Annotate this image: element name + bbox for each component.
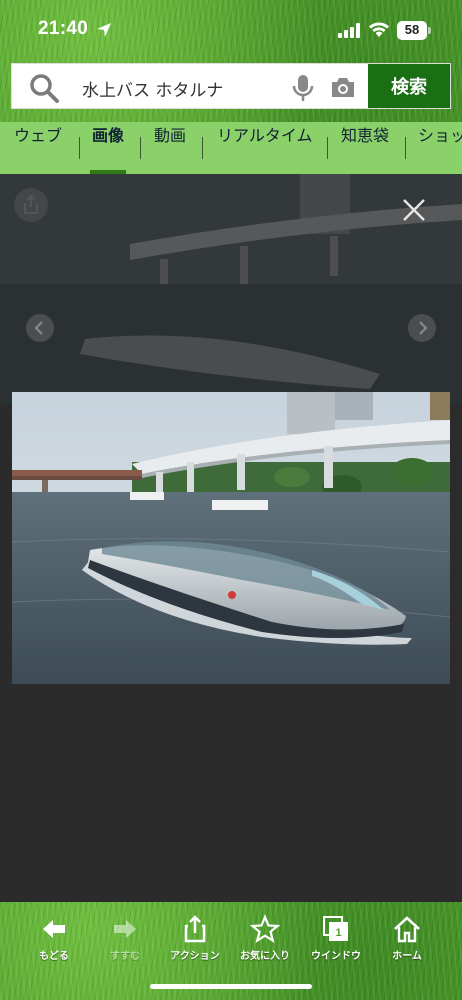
tab-divider bbox=[405, 137, 406, 159]
svg-text:1: 1 bbox=[335, 927, 341, 939]
back-label: もどる bbox=[39, 951, 69, 962]
home-button[interactable]: ホーム bbox=[372, 914, 442, 962]
wifi-icon bbox=[369, 22, 389, 37]
forward-label: すすむ bbox=[110, 951, 140, 962]
share-icon bbox=[184, 915, 206, 943]
image-viewer bbox=[0, 174, 462, 902]
search-button[interactable]: 検索 bbox=[368, 64, 450, 108]
search-bar: 水上バス ホタルナ 検索 bbox=[11, 63, 451, 109]
home-icon bbox=[394, 916, 420, 943]
signal-icon bbox=[338, 23, 360, 38]
tab-divider bbox=[202, 137, 203, 159]
back-button[interactable]: もどる bbox=[19, 914, 89, 962]
arrow-right-icon bbox=[114, 920, 136, 938]
tab-shopping[interactable]: ショッ bbox=[418, 122, 462, 174]
tab-chiebukuro[interactable]: 知恵袋 bbox=[341, 122, 389, 174]
battery-level: 58 bbox=[404, 22, 420, 37]
tab-images[interactable]: 画像 bbox=[89, 122, 127, 174]
tab-realtime[interactable]: リアルタイム bbox=[217, 122, 313, 174]
chevron-left-icon[interactable] bbox=[26, 314, 54, 342]
arrow-left-icon bbox=[43, 920, 65, 938]
favorites-button[interactable]: お気に入り bbox=[230, 914, 300, 962]
camera-icon[interactable] bbox=[330, 75, 356, 99]
water-bus-boat-photo[interactable] bbox=[12, 392, 450, 684]
action-button[interactable]: アクション bbox=[160, 914, 230, 962]
search-input[interactable]: 水上バス ホタルナ bbox=[82, 76, 223, 101]
favorites-label: お気に入り bbox=[240, 951, 290, 962]
search-icon[interactable] bbox=[28, 72, 60, 104]
battery-icon: 58 bbox=[397, 21, 431, 40]
chevron-right-icon[interactable] bbox=[408, 314, 436, 342]
window-icon: 1 bbox=[323, 916, 348, 941]
home-indicator[interactable] bbox=[150, 984, 312, 989]
action-label: アクション bbox=[170, 951, 220, 962]
share-icon[interactable] bbox=[14, 188, 48, 222]
header-area: 21:40 58 水上バス ホタルナ 検索 bbox=[0, 0, 462, 122]
forward-button[interactable]: すすむ bbox=[90, 914, 160, 962]
microphone-icon[interactable] bbox=[292, 74, 314, 102]
tab-divider bbox=[327, 137, 328, 159]
window-button[interactable]: 1 ウインドウ bbox=[301, 914, 371, 962]
tab-divider bbox=[79, 137, 80, 159]
search-category-tabs: ウェブ 画像 動画 リアルタイム 知恵袋 ショッ bbox=[0, 122, 462, 174]
star-icon bbox=[250, 914, 280, 944]
home-label: ホーム bbox=[392, 951, 422, 962]
tab-divider bbox=[140, 137, 141, 159]
status-bar: 21:40 58 bbox=[0, 0, 462, 60]
tab-video[interactable]: 動画 bbox=[154, 122, 186, 174]
status-time: 21:40 bbox=[38, 18, 89, 39]
window-label: ウインドウ bbox=[311, 951, 361, 962]
close-icon[interactable] bbox=[400, 196, 428, 224]
tab-web[interactable]: ウェブ bbox=[14, 122, 62, 174]
background-image-dimmed bbox=[0, 174, 462, 404]
location-arrow-icon bbox=[97, 23, 111, 37]
